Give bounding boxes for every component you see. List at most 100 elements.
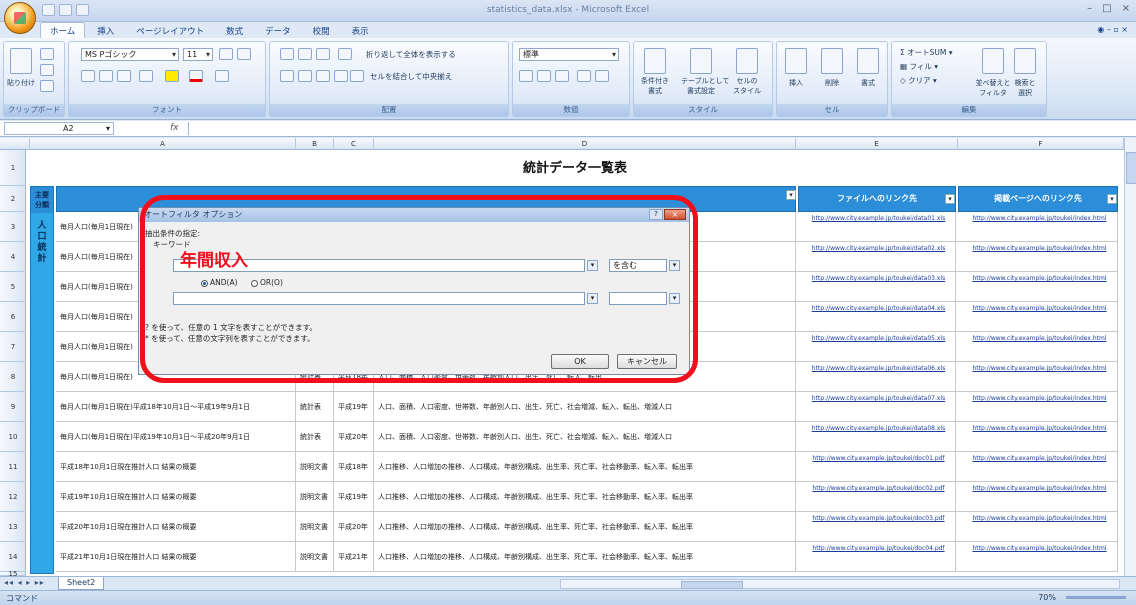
cell-link2[interactable]: http://www.city.example.jp/toukei/index.… — [958, 332, 1118, 362]
underline-icon[interactable] — [117, 70, 131, 82]
autosum-button[interactable]: Σ オートSUM ▾ — [900, 47, 953, 58]
cell-link2[interactable]: http://www.city.example.jp/toukei/index.… — [958, 542, 1118, 572]
align-right-icon[interactable] — [316, 70, 330, 82]
phonetic-icon[interactable] — [215, 70, 229, 82]
orientation-icon[interactable] — [338, 48, 352, 60]
column-header[interactable]: B — [296, 138, 334, 150]
condition1-operator-dropdown[interactable]: ▾ — [669, 260, 680, 271]
align-middle-icon[interactable] — [298, 48, 312, 60]
ribbon-help-icon[interactable]: ◉ – ▫ × — [1097, 25, 1128, 34]
row-header[interactable]: 4 — [0, 242, 26, 272]
fill-color-icon[interactable] — [165, 70, 179, 82]
office-button[interactable] — [4, 2, 36, 34]
ok-button[interactable]: OK — [551, 354, 609, 369]
close-button[interactable]: × — [664, 209, 686, 220]
vertical-scrollbar[interactable] — [1124, 138, 1136, 576]
row-header[interactable]: 13 — [0, 512, 26, 542]
condition2-value-input[interactable] — [173, 292, 585, 305]
table-format-icon[interactable] — [690, 48, 712, 74]
row-header[interactable]: 3 — [0, 212, 26, 242]
cell-link2[interactable]: http://www.city.example.jp/toukei/index.… — [958, 362, 1118, 392]
row-header[interactable]: 12 — [0, 482, 26, 512]
fill-button[interactable]: ▦ フィル ▾ — [900, 61, 938, 72]
cell-link1[interactable]: http://www.city.example.jp/toukei/data07… — [798, 392, 956, 422]
column-header[interactable]: F — [958, 138, 1124, 150]
copy-icon[interactable] — [40, 64, 54, 76]
cell-link1[interactable]: http://www.city.example.jp/toukei/data08… — [798, 422, 956, 452]
shrink-font-icon[interactable] — [237, 48, 251, 60]
help-button[interactable]: ? — [649, 209, 663, 220]
decrease-decimal-icon[interactable] — [595, 70, 609, 82]
decrease-indent-icon[interactable] — [334, 70, 348, 82]
condition2-operator-dropdown[interactable]: ▾ — [669, 293, 680, 304]
filter-dropdown-icon[interactable]: ▾ — [786, 190, 796, 200]
number-format-combo[interactable]: 標準 — [519, 48, 619, 61]
row-header[interactable]: 2 — [0, 186, 26, 212]
condition2-value-dropdown[interactable]: ▾ — [587, 293, 598, 304]
italic-icon[interactable] — [99, 70, 113, 82]
comma-icon[interactable] — [555, 70, 569, 82]
minimize-icon[interactable]: – — [1087, 3, 1092, 14]
increase-indent-icon[interactable] — [350, 70, 364, 82]
cell-link1[interactable]: http://www.city.example.jp/toukei/data02… — [798, 242, 956, 272]
tab-5[interactable]: 校閲 — [303, 22, 340, 38]
font-name-combo[interactable]: MS Pゴシック — [81, 48, 179, 61]
row-header[interactable]: 14 — [0, 542, 26, 572]
clear-button[interactable]: ◇ クリア ▾ — [900, 75, 937, 86]
row-header[interactable]: 11 — [0, 452, 26, 482]
delete-button[interactable]: 削除 — [812, 78, 852, 88]
format-button[interactable]: 書式 — [848, 78, 888, 88]
cut-icon[interactable] — [40, 48, 54, 60]
currency-icon[interactable] — [519, 70, 533, 82]
align-left-icon[interactable] — [280, 70, 294, 82]
tab-0[interactable]: ホーム — [40, 22, 86, 38]
insert-button[interactable]: 挿入 — [776, 78, 816, 88]
cell-link1[interactable]: http://www.city.example.jp/toukei/data03… — [798, 272, 956, 302]
bold-icon[interactable] — [81, 70, 95, 82]
fx-icon[interactable]: fx — [170, 123, 179, 133]
and-radio[interactable]: AND(A) — [201, 278, 238, 287]
cell-link2[interactable]: http://www.city.example.jp/toukei/index.… — [958, 242, 1118, 272]
cell-link1[interactable]: http://www.city.example.jp/toukei/data01… — [798, 212, 956, 242]
format-painter-icon[interactable] — [40, 80, 54, 92]
find-select-button[interactable]: 検索と 選択 — [1005, 78, 1045, 98]
tab-1[interactable]: 挿入 — [87, 22, 124, 38]
cell-link2[interactable]: http://www.city.example.jp/toukei/index.… — [958, 422, 1118, 452]
or-radio[interactable]: OR(O) — [251, 278, 283, 287]
sort-filter-icon[interactable] — [982, 48, 1004, 74]
paste-button[interactable]: 貼り付け — [1, 78, 41, 88]
percent-icon[interactable] — [537, 70, 551, 82]
increase-decimal-icon[interactable] — [577, 70, 591, 82]
column-header[interactable]: D — [374, 138, 796, 150]
tab-3[interactable]: 数式 — [216, 22, 253, 38]
name-box[interactable]: A2 — [4, 122, 114, 135]
cell-link1[interactable]: http://www.city.example.jp/toukei/doc02.… — [798, 482, 956, 512]
cell-link1[interactable]: http://www.city.example.jp/toukei/data06… — [798, 362, 956, 392]
cell-link1[interactable]: http://www.city.example.jp/toukei/data04… — [798, 302, 956, 332]
grow-font-icon[interactable] — [219, 48, 233, 60]
cell-link1[interactable]: http://www.city.example.jp/toukei/doc03.… — [798, 512, 956, 542]
cell-link2[interactable]: http://www.city.example.jp/toukei/index.… — [958, 272, 1118, 302]
sheet-tab[interactable]: Sheet2 — [58, 577, 105, 590]
insert-cells-icon[interactable] — [785, 48, 807, 74]
tab-4[interactable]: データ — [255, 22, 301, 38]
filter-dropdown-icon[interactable]: ▾ — [945, 194, 955, 204]
merge-center-button[interactable]: セルを結合して中央揃え — [370, 71, 452, 82]
column-header[interactable]: E — [796, 138, 958, 150]
font-size-combo[interactable]: 11 — [183, 48, 213, 61]
cell-link2[interactable]: http://www.city.example.jp/toukei/index.… — [958, 212, 1118, 242]
cell-style-button[interactable]: セルの スタイル — [727, 76, 767, 96]
cell-link1[interactable]: http://www.city.example.jp/toukei/doc04.… — [798, 542, 956, 572]
align-center-icon[interactable] — [298, 70, 312, 82]
horizontal-scrollbar[interactable] — [560, 579, 1120, 589]
paste-icon[interactable] — [10, 48, 32, 74]
table-format-button[interactable]: テーブルとして 書式設定 — [681, 76, 729, 96]
row-header[interactable]: 10 — [0, 422, 26, 452]
sheet-nav-buttons[interactable]: ◂◂ ◂ ▸ ▸▸ — [4, 578, 45, 587]
cell-link2[interactable]: http://www.city.example.jp/toukei/index.… — [958, 452, 1118, 482]
zoom-level[interactable]: 70% — [1038, 593, 1056, 602]
row-header[interactable]: 6 — [0, 302, 26, 332]
find-icon[interactable] — [1014, 48, 1036, 74]
row-header[interactable]: 5 — [0, 272, 26, 302]
row-header[interactable]: 9 — [0, 392, 26, 422]
